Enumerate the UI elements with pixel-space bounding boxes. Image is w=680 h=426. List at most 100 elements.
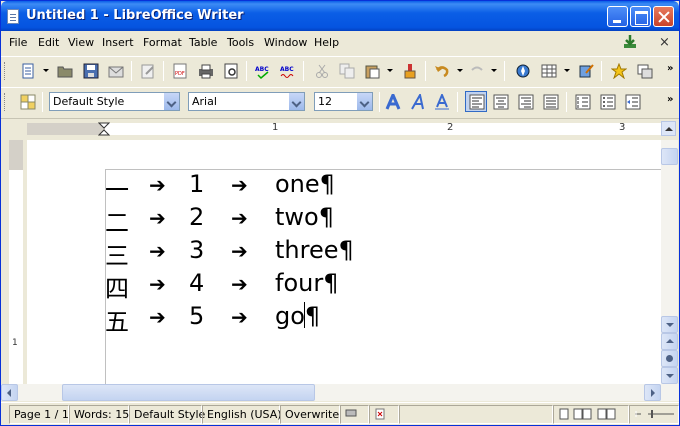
toolbar-grip[interactable] [4,93,7,111]
navigation-button[interactable] [661,350,678,367]
horizontal-scroll-thumb[interactable] [62,384,315,401]
new-dropdown-arrow[interactable] [43,69,49,72]
menu-format[interactable]: Format [143,36,182,49]
chevron-down-icon[interactable] [356,93,372,110]
previous-page-button[interactable] [661,333,678,350]
menu-tools[interactable]: Tools [227,36,254,49]
status-document-modified[interactable] [369,405,399,424]
ruler-scroll-up-button[interactable] [661,121,676,136]
horizontal-scrollbar[interactable] [1,384,679,401]
menu-file[interactable]: File [9,36,27,49]
gallery-star-icon[interactable] [611,63,627,79]
redo-icon[interactable] [469,63,485,79]
arrow-icon: ➔ [231,206,248,230]
close-document-icon[interactable]: × [659,35,670,50]
menu-view[interactable]: View [68,36,94,49]
kanji-text: 三 [105,242,129,270]
toolbar-overflow-chevron-icon[interactable]: » [667,63,673,74]
print-preview-icon[interactable] [223,63,239,79]
status-signature[interactable] [399,405,553,424]
scroll-down-button[interactable] [661,316,678,333]
redo-dropdown-arrow[interactable] [491,69,497,72]
scroll-right-button[interactable] [644,384,661,401]
font-name-combobox[interactable]: Arial [188,92,305,111]
vertical-scroll-thumb[interactable] [661,148,678,165]
menu-window[interactable]: Window [264,36,307,49]
vertical-scrollbar[interactable] [661,140,678,384]
paste-dropdown-arrow[interactable] [387,69,393,72]
view-layout-icons [559,408,616,420]
number-text: 1 [189,170,205,198]
status-bar: Page 1 / 1 Words: 15 Default Style Engli… [1,402,679,425]
bullets-icon[interactable] [600,94,616,110]
new-document-icon[interactable] [20,63,36,79]
number-text: 5 [189,302,205,330]
autospellcheck-icon[interactable]: ABC [280,63,296,79]
bold-icon[interactable] [385,94,401,110]
navigator-icon[interactable] [515,63,531,79]
edit-file-icon[interactable] [140,63,156,79]
paste-icon[interactable] [364,63,380,79]
menu-insert[interactable]: Insert [102,36,134,49]
clone-formatting-icon[interactable] [402,63,418,79]
numbering-icon[interactable] [575,94,591,110]
print-icon[interactable] [198,63,214,79]
align-right-icon[interactable] [518,94,534,110]
status-zoom-slider[interactable] [629,405,679,424]
chevron-down-icon[interactable] [163,93,179,110]
toolbar-grip[interactable] [4,62,7,80]
undo-dropdown-arrow[interactable] [457,69,463,72]
menu-table[interactable]: Table [189,36,217,49]
copy-icon[interactable] [339,63,355,79]
email-document-icon[interactable] [108,63,124,79]
justify-icon[interactable] [543,94,559,110]
paragraph-style-combobox[interactable]: Default Style [49,92,180,111]
status-word-count[interactable]: Words: 15 [69,405,129,424]
close-window-button[interactable] [653,6,674,27]
number-text: 4 [189,269,205,297]
align-center-icon[interactable] [493,94,509,110]
update-download-icon[interactable] [622,34,638,50]
status-page-style[interactable]: Default Style [129,405,205,424]
status-page[interactable]: Page 1 / 1 [9,405,69,424]
save-icon[interactable] [83,63,99,79]
data-sources-icon[interactable] [637,63,653,79]
maximize-button[interactable] [630,6,651,27]
export-pdf-icon[interactable]: PDF [172,63,188,79]
toolbar-overflow-chevron-icon[interactable]: » [667,94,673,105]
vertical-ruler[interactable]: 1 [1,140,27,384]
spellcheck-icon[interactable]: ABC [255,63,271,79]
status-insert-mode[interactable]: Overwrite [280,405,340,424]
table-dropdown-arrow[interactable] [564,69,570,72]
status-selection-mode[interactable] [340,405,369,424]
toolbar-separator [601,61,602,81]
open-folder-icon[interactable] [57,63,73,79]
scroll-left-button[interactable] [1,384,18,401]
align-left-button[interactable] [465,91,487,112]
ruler-label: 1 [272,122,279,133]
styles-formatting-icon[interactable] [20,94,36,110]
minimize-button[interactable] [607,6,628,27]
font-name-value: Arial [192,95,217,108]
horizontal-ruler[interactable]: 1 2 3 [1,118,679,140]
underline-icon[interactable] [434,94,450,110]
menu-edit[interactable]: Edit [38,36,59,49]
draw-functions-icon[interactable] [578,63,594,79]
status-view-layout[interactable] [553,405,629,424]
cut-icon[interactable] [314,63,330,79]
undo-icon[interactable] [434,63,450,79]
next-page-button[interactable] [661,367,678,384]
title-bar[interactable]: Untitled 1 - LibreOffice Writer [1,1,679,31]
decrease-indent-icon[interactable] [625,94,641,110]
status-language[interactable]: English (USA) [202,405,282,424]
font-size-combobox[interactable]: 12 [314,92,373,111]
indent-marker-icon[interactable] [98,122,110,136]
italic-icon[interactable] [410,94,426,110]
arrow-icon: ➔ [149,272,166,296]
menu-help[interactable]: Help [314,36,339,49]
chevron-down-icon[interactable] [288,93,304,110]
formatting-toolbar: Default Style Arial 12 » [1,87,679,114]
word-before-caret: go [275,302,305,330]
insert-table-icon[interactable] [541,63,557,79]
document-canvas[interactable]: 一 ➔ 1 ➔ one¶ 二 ➔ 2 ➔ two¶ 三 ➔ 3 ➔ three¶… [27,140,661,384]
